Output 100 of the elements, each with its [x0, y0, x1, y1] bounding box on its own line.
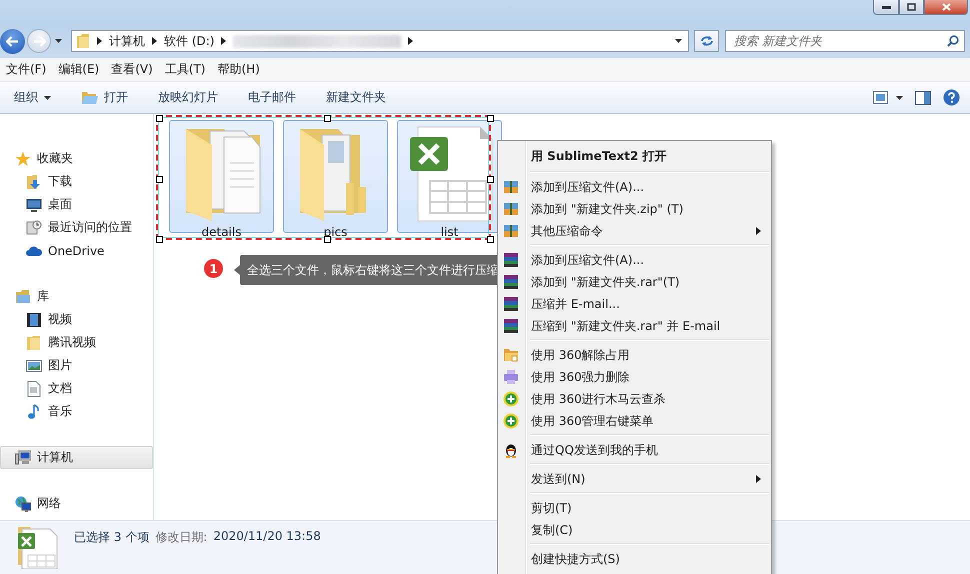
minimize-button[interactable]	[873, 0, 899, 15]
tooltip-pointer-icon	[234, 265, 240, 275]
plus-circle-icon	[503, 391, 519, 407]
menu-item[interactable]: 编辑(E)	[52, 61, 106, 78]
context-menu-item[interactable]: 压缩并 E-mail...	[500, 293, 771, 315]
toolbar-button[interactable]: 打开	[73, 85, 136, 110]
nav-item[interactable]: OneDrive	[0, 239, 153, 262]
nav-item[interactable]: 音乐	[0, 400, 153, 423]
minimize-icon	[882, 6, 890, 8]
picture-icon	[26, 358, 42, 374]
nav-item[interactable]: 视频	[0, 308, 153, 331]
forward-arrow-icon	[32, 36, 46, 46]
close-button[interactable]	[924, 0, 968, 15]
nav-item[interactable]: 收藏夹	[0, 147, 153, 170]
caret-icon	[896, 96, 903, 100]
monitor-icon	[26, 196, 42, 212]
nav-item[interactable]: 网络	[0, 492, 153, 515]
breadcrumb-item[interactable]: 计算机	[109, 32, 145, 50]
date-label: 修改日期:	[155, 529, 208, 546]
preview-pane-icon[interactable]	[915, 90, 931, 104]
nav-item[interactable]: 计算机	[0, 446, 153, 469]
film-icon	[26, 312, 42, 328]
context-menu-item[interactable]: 复制(C)	[500, 519, 771, 541]
library-folder-icon	[15, 288, 31, 304]
search-icon	[947, 35, 959, 47]
view-options-icon[interactable]	[873, 91, 888, 104]
close-icon	[942, 3, 950, 11]
menu-item[interactable]: 工具(T)	[158, 61, 212, 78]
context-menu-item[interactable]: 使用 360强力删除	[500, 366, 771, 388]
maximize-icon	[907, 3, 916, 11]
document-icon	[26, 380, 42, 396]
nav-item[interactable]: 库	[0, 285, 153, 308]
nav-item[interactable]: 腾讯视频	[0, 331, 153, 354]
menu-item[interactable]: 帮助(H)	[212, 61, 266, 78]
maximize-button[interactable]	[899, 0, 924, 15]
context-menu-item[interactable]: 创建快捷方式(S)	[500, 548, 771, 570]
folder-icon	[503, 347, 519, 363]
address-bar[interactable]: 计算机 软件 (D:)	[71, 30, 689, 52]
refresh-icon	[700, 35, 714, 47]
breadcrumb-arrow-icon	[152, 37, 157, 45]
archive-icon	[503, 201, 519, 217]
context-menu-item[interactable]: 添加到 "新建文件夹.zip" (T)	[500, 198, 771, 220]
folder-icon	[26, 334, 42, 350]
context-menu-item[interactable]: 使用 360管理右键菜单	[500, 410, 771, 432]
star-icon	[15, 150, 31, 166]
selection-count: 已选择 3 个项	[74, 529, 150, 546]
submenu-arrow-icon	[756, 227, 761, 235]
download-folder-icon	[26, 174, 42, 190]
nav-item[interactable]: 文档	[0, 377, 153, 400]
books-stack-icon	[503, 252, 519, 268]
nav-item[interactable]: 下载	[0, 170, 153, 193]
back-arrow-icon	[6, 36, 19, 46]
history-dropdown-button[interactable]	[53, 39, 65, 43]
context-menu-item[interactable]: 发送到(N)	[500, 468, 771, 490]
context-menu-item[interactable]: 剪切(T)	[500, 497, 771, 519]
nav-item[interactable]: 图片	[0, 354, 153, 377]
context-menu-item[interactable]: 使用 360进行木马云查杀	[500, 388, 771, 410]
folder-icon	[76, 33, 90, 49]
network-globe-icon	[15, 496, 31, 512]
caret-icon	[675, 39, 682, 43]
menu-item[interactable]: 文件(F)	[0, 61, 52, 78]
help-icon[interactable]	[943, 89, 960, 106]
context-menu-item[interactable]: 其他压缩命令	[500, 220, 771, 242]
submenu-arrow-icon	[756, 475, 761, 483]
computer-icon	[15, 450, 31, 466]
menu-item[interactable]: 查看(V)	[105, 61, 159, 78]
context-menu-item[interactable]: 添加到压缩文件(A)...	[500, 176, 771, 198]
context-menu-item[interactable]: 压缩到 "新建文件夹.rar" 并 E-mail	[500, 315, 771, 337]
archive-icon	[503, 223, 519, 239]
nav-item[interactable]: 最近访问的位置	[0, 216, 153, 239]
recent-places-icon	[26, 220, 42, 236]
spreadsheet-file-icon	[16, 525, 58, 569]
caret-icon	[55, 39, 62, 43]
date-value: 2020/11/20 13:58	[213, 529, 321, 543]
toolbar-button[interactable]: 新建文件夹	[318, 85, 394, 110]
music-note-icon	[26, 404, 42, 420]
breadcrumb-item[interactable]: 软件 (D:)	[164, 32, 214, 50]
caret-icon	[44, 96, 51, 100]
toolbar-button[interactable]: 组织	[6, 85, 59, 110]
breadcrumb-arrow-icon	[221, 37, 226, 45]
archive-icon	[503, 179, 519, 195]
step-number-badge: 1	[204, 259, 223, 278]
nav-item[interactable]: 桌面	[0, 193, 153, 216]
breadcrumb-arrow-icon	[97, 37, 102, 45]
context-menu-item[interactable]: 使用 360解除占用	[500, 344, 771, 366]
open-folder-icon	[81, 90, 98, 105]
books-stack-icon	[503, 274, 519, 290]
search-field[interactable]: 搜索 新建文件夹	[725, 30, 965, 52]
toolbar-button[interactable]: 放映幻灯片	[150, 85, 226, 110]
context-menu-item[interactable]: 用 SublimeText2 打开	[500, 143, 771, 169]
books-stack-icon	[503, 318, 519, 334]
penguin-icon	[503, 442, 519, 458]
books-stack-icon	[503, 296, 519, 312]
refresh-button[interactable]	[694, 30, 719, 52]
toolbar-button[interactable]: 电子邮件	[240, 85, 304, 110]
printer-icon	[503, 369, 519, 385]
plus-circle-icon	[503, 413, 519, 429]
back-button[interactable]	[0, 28, 25, 54]
context-menu-item[interactable]: 通过QQ发送到我的手机	[500, 439, 771, 461]
breadcrumb-arrow-icon	[408, 37, 414, 45]
